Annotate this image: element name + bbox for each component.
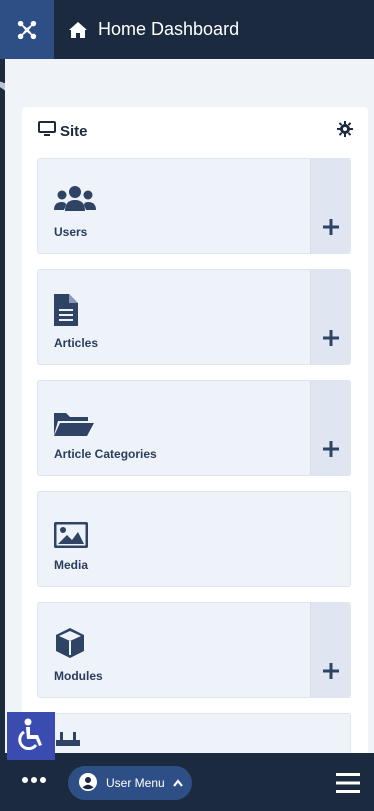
tile-label: Media [54,558,89,572]
plus-icon [322,662,340,685]
bottom-toolbar: User Menu [0,753,374,811]
add-module-button[interactable] [310,603,350,697]
plug-icon [54,732,82,753]
tile-label: Modules [54,669,103,683]
user-circle-icon [78,772,98,795]
tile-articles: Articles [37,269,351,365]
card-title: Site [60,122,88,140]
media-link[interactable]: Media [38,492,350,586]
tile-article-categories: Article Categories [37,380,351,476]
accessibility-button[interactable] [7,712,55,760]
hamburger-menu-icon[interactable] [336,772,360,799]
modules-link[interactable]: Modules [38,603,311,697]
add-user-button[interactable] [310,159,350,253]
articles-link[interactable]: Articles [38,270,311,364]
joomla-logo[interactable] [0,0,54,59]
plus-icon [322,329,340,352]
file-icon [54,294,78,331]
plus-icon [322,440,340,463]
add-article-button[interactable] [310,270,350,364]
article-categories-link[interactable]: Article Categories [38,381,311,475]
more-icon[interactable] [22,777,46,783]
top-header: Home Dashboard [0,0,374,59]
tile-label: Articles [54,336,99,350]
main-content: Site Users Articles Article Categories M… [5,59,374,753]
site-module-card: Site Users Articles Article Categories M… [22,107,368,753]
tile-modules: Modules [37,602,351,698]
page-title: Home Dashboard [98,19,240,39]
add-category-button[interactable] [310,381,350,475]
user-menu-label: User Menu [106,776,165,790]
gear-icon[interactable] [337,121,353,141]
plus-icon [322,218,340,241]
cube-icon [54,627,86,664]
joomla-icon [17,20,37,39]
tile-label: Article Categories [54,447,157,461]
users-link[interactable]: Users [38,159,311,253]
folder-open-icon [54,411,94,442]
home-icon [68,21,88,39]
tile-label: Users [54,225,88,239]
tile-users: Users [37,158,351,254]
chevron-up-icon [172,776,183,790]
wheelchair-icon [17,718,45,755]
desktop-icon [38,121,56,141]
users-icon [54,185,96,218]
user-menu-button[interactable]: User Menu [68,766,192,800]
image-icon [53,521,89,553]
tile-plugins[interactable] [37,713,351,753]
tile-media[interactable]: Media [37,491,351,587]
